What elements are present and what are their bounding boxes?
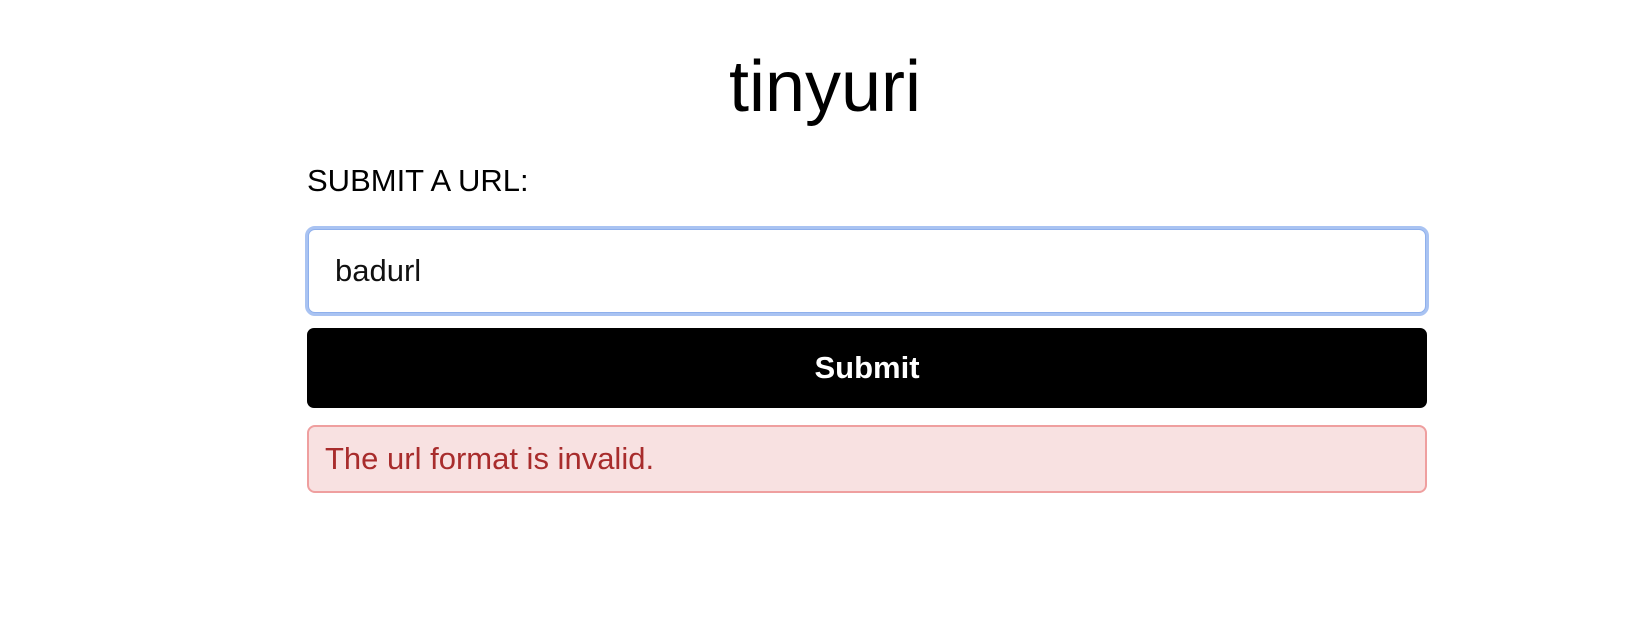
error-alert: The url format is invalid.	[307, 425, 1427, 493]
app-title: tinyuri	[728, 47, 922, 127]
error-message: The url format is invalid.	[325, 441, 655, 476]
page: tinyuri SUBMIT A URL: Submit The url for…	[0, 0, 1650, 618]
url-field-label: SUBMIT A URL:	[307, 163, 529, 198]
submit-button[interactable]: Submit	[307, 328, 1427, 408]
url-input[interactable]	[305, 226, 1429, 316]
url-submit-form: SUBMIT A URL: Submit The url format is i…	[305, 160, 1429, 493]
